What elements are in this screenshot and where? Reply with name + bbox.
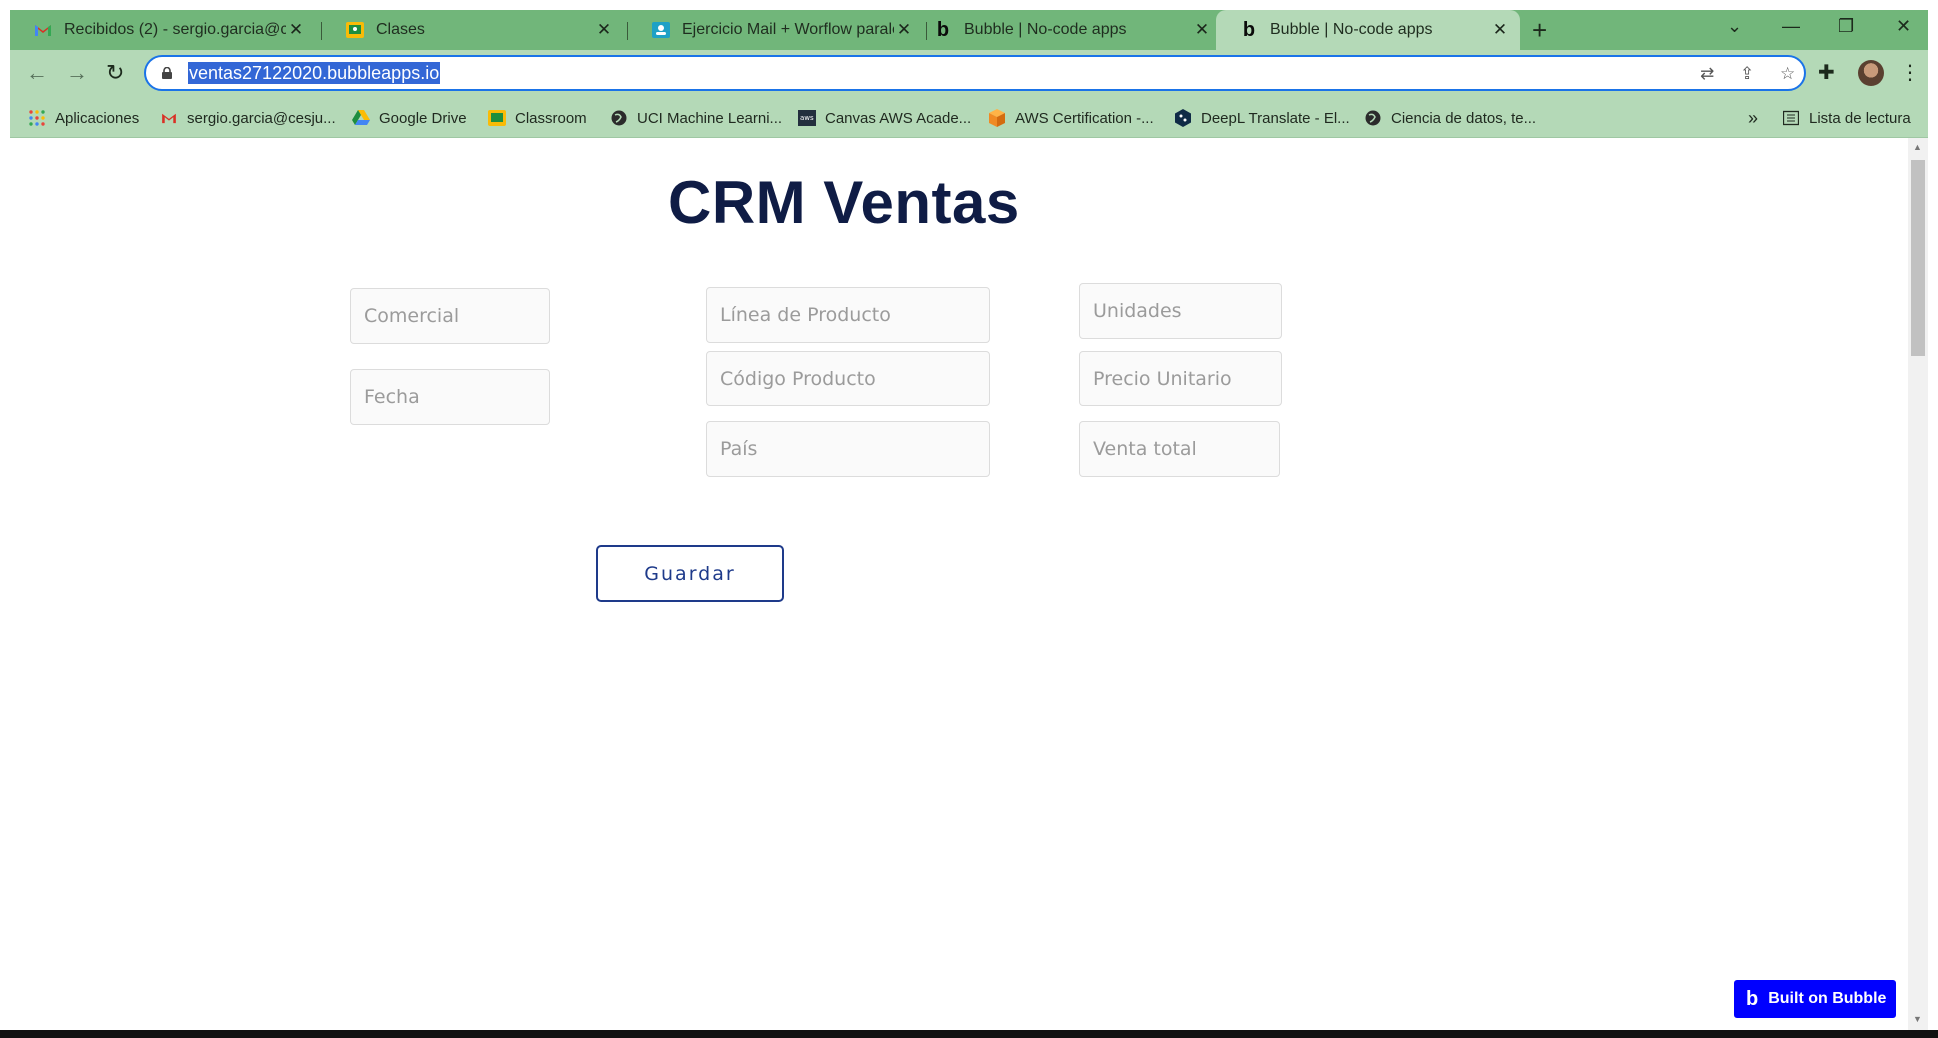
restore-icon[interactable]: ❐	[1838, 16, 1854, 37]
scroll-down-icon[interactable]: ▼	[1913, 1014, 1922, 1024]
bookmark-label: AWS Certification -...	[1015, 109, 1154, 127]
classroom-assignment-icon	[652, 21, 670, 39]
reading-list-label: Lista de lectura	[1809, 109, 1911, 127]
bubble-icon: b	[1242, 18, 1256, 41]
bookmark-ciencia-datos[interactable]: Ciencia de datos, te...	[1364, 98, 1536, 138]
bookmark-label: Ciencia de datos, te...	[1391, 109, 1537, 127]
bubble-icon: b	[936, 18, 950, 41]
menu-icon[interactable]: ⋮	[1900, 60, 1920, 85]
star-icon[interactable]: ☆	[1780, 64, 1795, 84]
close-icon[interactable]: ✕	[1192, 20, 1212, 40]
forward-icon[interactable]: →	[66, 60, 88, 86]
deepl-icon	[1174, 109, 1192, 127]
tab-title: Ejercicio Mail + Worflow paralelo	[682, 21, 894, 38]
drive-icon	[352, 109, 370, 127]
globe-icon	[610, 109, 628, 127]
tab-strip: Recibidos (2) - sergio.garcia@ces ✕ Clas…	[10, 10, 1928, 50]
bookmark-label: DeepL Translate - El...	[1201, 109, 1350, 127]
bubble-icon: b	[1746, 987, 1759, 1010]
globe-icon	[1364, 109, 1382, 127]
bookmark-label: UCI Machine Learni...	[637, 109, 783, 127]
pais-input[interactable]	[706, 421, 990, 477]
bookmark-deepl[interactable]: DeepL Translate - El...	[1174, 98, 1350, 138]
bookmark-label: Aplicaciones	[55, 109, 140, 127]
tab-title: Bubble | No-code apps	[1270, 21, 1433, 38]
taskbar-edge	[0, 1030, 1938, 1038]
gmail-icon	[34, 21, 52, 39]
close-icon[interactable]: ✕	[594, 20, 614, 40]
tab-search-icon[interactable]: ⌄	[1727, 16, 1742, 37]
browser-toolbar: ← → ↻ ventas27122020.bubbleapps.io ⇄ ⇪ ☆…	[10, 50, 1928, 98]
close-icon[interactable]: ✕	[286, 20, 306, 40]
tab-title: Clases	[376, 21, 425, 38]
bookmark-label: Canvas AWS Acade...	[825, 109, 972, 127]
tab-title: Bubble | No-code apps	[964, 21, 1127, 38]
tab-gmail[interactable]: Recibidos (2) - sergio.garcia@ces ✕	[10, 10, 316, 50]
bookmarks-bar: Aplicaciones sergio.garcia@cesju... Goog…	[10, 98, 1928, 138]
codigo-producto-input[interactable]	[706, 351, 990, 406]
address-bar[interactable]: ventas27122020.bubbleapps.io ⇄ ⇪ ☆	[144, 55, 1806, 91]
classroom-icon	[346, 21, 364, 39]
badge-label: Built on Bubble	[1768, 990, 1887, 1007]
new-tab-button[interactable]: +	[1532, 16, 1547, 44]
bookmark-canvas-aws[interactable]: aws Canvas AWS Acade...	[798, 98, 971, 138]
comercial-input[interactable]	[350, 288, 550, 344]
close-icon[interactable]: ✕	[1490, 20, 1510, 40]
tab-bubble-active[interactable]: b Bubble | No-code apps ✕	[1216, 10, 1520, 50]
minimize-icon[interactable]: —	[1782, 16, 1800, 37]
page-title: CRM Ventas	[668, 169, 1020, 236]
fecha-input[interactable]	[350, 369, 550, 425]
aws-cube-icon	[988, 109, 1006, 127]
share-icon[interactable]: ⇪	[1740, 64, 1754, 84]
linea-producto-input[interactable]	[706, 287, 990, 343]
page-scrollbar[interactable]: ▲ ▼	[1908, 138, 1928, 1030]
tab-clases[interactable]: Clases ✕	[322, 10, 624, 50]
tab-bubble-1[interactable]: b Bubble | No-code apps ✕	[910, 10, 1222, 50]
bookmarks-overflow-button[interactable]: »	[1748, 98, 1758, 138]
scroll-up-icon[interactable]: ▲	[1913, 142, 1922, 152]
avatar[interactable]	[1858, 60, 1884, 86]
guardar-button[interactable]: Guardar	[596, 545, 784, 602]
bookmark-label: sergio.garcia@cesju...	[187, 109, 336, 127]
built-on-bubble-badge[interactable]: b Built on Bubble	[1734, 980, 1896, 1018]
reading-list-button[interactable]: Lista de lectura	[1782, 98, 1911, 138]
bookmark-gmail[interactable]: sergio.garcia@cesju...	[160, 98, 336, 138]
address-url[interactable]: ventas27122020.bubbleapps.io	[188, 62, 441, 84]
svg-text:aws: aws	[800, 114, 814, 122]
gmail-icon	[160, 109, 178, 127]
page-content	[10, 138, 1908, 1030]
classroom-icon	[488, 109, 506, 127]
precio-unitario-input[interactable]	[1079, 351, 1282, 406]
bookmark-aws-certification[interactable]: AWS Certification -...	[988, 98, 1154, 138]
bookmark-drive[interactable]: Google Drive	[352, 98, 467, 138]
reload-icon[interactable]: ↻	[106, 60, 124, 86]
bookmark-uci[interactable]: UCI Machine Learni...	[610, 98, 782, 138]
apps-grid-icon	[28, 109, 46, 127]
unidades-input[interactable]	[1079, 283, 1282, 339]
browser-chrome: Recibidos (2) - sergio.garcia@ces ✕ Clas…	[10, 10, 1928, 138]
translate-icon[interactable]: ⇄	[1700, 64, 1714, 84]
bookmark-classroom[interactable]: Classroom	[488, 98, 587, 138]
venta-total-input[interactable]	[1079, 421, 1280, 477]
bookmark-label: Classroom	[515, 109, 587, 127]
extensions-icon[interactable]: ✚	[1818, 60, 1835, 85]
lock-icon	[162, 66, 172, 79]
tab-ejercicio[interactable]: Ejercicio Mail + Worflow paralelo ✕	[628, 10, 924, 50]
bookmark-apps[interactable]: Aplicaciones	[28, 98, 139, 138]
bookmark-label: Google Drive	[379, 109, 467, 127]
close-window-icon[interactable]: ✕	[1896, 16, 1911, 37]
tab-title: Recibidos (2) - sergio.garcia@ces	[64, 21, 286, 38]
reading-list-icon	[1782, 109, 1800, 127]
back-icon[interactable]: ←	[26, 60, 48, 86]
scrollbar-thumb[interactable]	[1911, 160, 1925, 356]
aws-icon: aws	[798, 109, 816, 127]
